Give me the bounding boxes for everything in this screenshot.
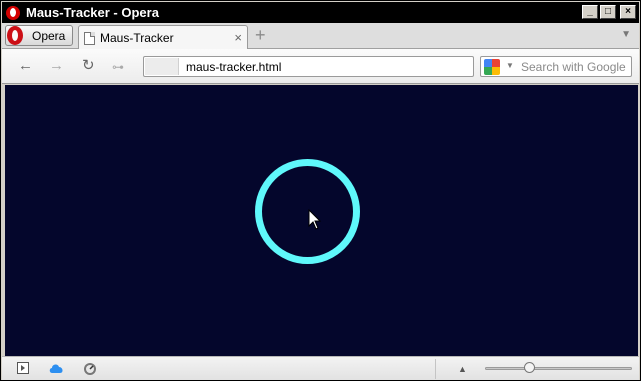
search-field[interactable]: ▼ Search with Google (480, 56, 632, 77)
address-url: maus-tracker.html (186, 60, 282, 74)
address-bar[interactable]: maus-tracker.html (143, 56, 474, 77)
browser-window: Maus-Tracker - Opera _ □ × Opera Maus-Tr… (0, 0, 641, 381)
opera-menu-button[interactable]: Opera (5, 25, 73, 46)
minimize-button[interactable]: _ (582, 5, 598, 19)
navigation-toolbar: ← → ↻ ⊶ maus-tracker.html ▼ Search with … (2, 49, 639, 84)
mouse-cursor-icon (308, 209, 322, 230)
opera-logo-icon (7, 26, 23, 45)
key-icon[interactable]: ⊶ (112, 59, 124, 76)
zoom-slider-track[interactable] (485, 367, 632, 370)
tab-menu-chevron-down-icon[interactable]: ▼ (621, 29, 631, 40)
page-content[interactable] (5, 85, 638, 356)
zoom-slider-thumb[interactable] (523, 362, 535, 373)
site-info-badge[interactable] (145, 58, 179, 75)
search-placeholder: Search with Google (521, 60, 626, 74)
chevron-up-icon[interactable]: ▲ (458, 364, 467, 374)
window-controls: _ □ × (582, 5, 636, 19)
document-icon (84, 31, 95, 45)
tab-title: Maus-Tracker (100, 31, 174, 45)
window-title: Maus-Tracker - Opera (26, 5, 159, 20)
status-separator (435, 359, 436, 379)
panel-toggle-icon[interactable] (17, 362, 29, 374)
google-icon[interactable] (484, 59, 500, 75)
new-tab-button[interactable]: + (255, 26, 266, 44)
tab-maus-tracker[interactable]: Maus-Tracker × (78, 25, 248, 50)
back-button[interactable]: ← (18, 57, 33, 74)
title-bar: Maus-Tracker - Opera _ □ × (2, 2, 639, 23)
search-engine-dropdown-icon[interactable]: ▼ (506, 61, 514, 70)
cloud-icon[interactable] (49, 362, 64, 374)
status-bar: ▲ (2, 356, 639, 380)
close-tab-icon[interactable]: × (234, 30, 242, 45)
close-window-button[interactable]: × (620, 5, 636, 19)
opera-menu-label: Opera (32, 28, 66, 43)
forward-button[interactable]: → (49, 57, 64, 74)
reload-button[interactable]: ↻ (82, 57, 95, 74)
speedometer-icon[interactable] (83, 362, 97, 375)
tab-strip: Opera Maus-Tracker × + ▼ (2, 23, 639, 50)
maximize-button[interactable]: □ (600, 5, 616, 19)
opera-logo-icon (6, 5, 20, 20)
